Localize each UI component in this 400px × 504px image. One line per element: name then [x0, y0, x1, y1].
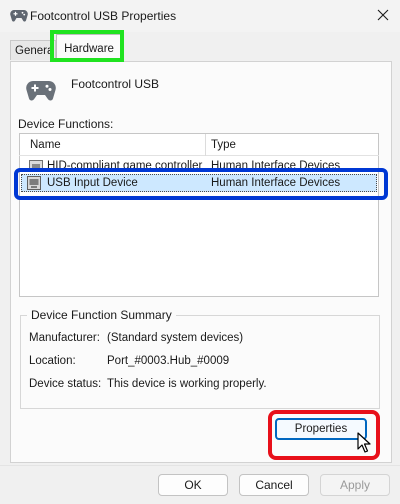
list-item-type: Human Interface Devices: [211, 177, 341, 189]
location-label: Location:: [29, 355, 76, 367]
mouse-cursor-icon: [357, 432, 371, 453]
window-title: Footcontrol USB Properties: [30, 9, 177, 23]
list-item-name: USB Input Device: [47, 177, 138, 189]
list-item-type: Human Interface Devices: [211, 160, 341, 168]
column-header-name[interactable]: Name: [30, 139, 61, 151]
ok-button[interactable]: OK: [158, 474, 228, 496]
gamepad-icon: [26, 81, 56, 101]
cancel-button[interactable]: Cancel: [239, 474, 309, 496]
column-separator[interactable]: [205, 134, 206, 156]
list-item-name: HID-compliant game controller: [47, 160, 203, 168]
summary-title: Device Function Summary: [27, 308, 176, 322]
properties-button[interactable]: Properties: [275, 418, 367, 440]
hid-device-icon: [27, 176, 41, 190]
device-status-value: This device is working properly.: [107, 378, 267, 390]
column-header-type[interactable]: Type: [211, 139, 236, 151]
device-status-label: Device status:: [29, 378, 102, 390]
hid-device-icon: [29, 160, 43, 168]
close-icon: [377, 9, 389, 21]
device-functions-label: Device Functions:: [18, 117, 114, 131]
list-item[interactable]: HID-compliant game controller Human Inte…: [20, 156, 378, 168]
manufacturer-label: Manufacturer:: [29, 332, 100, 344]
apply-button[interactable]: Apply: [320, 474, 390, 496]
list-header: [19, 134, 379, 156]
device-name: Footcontrol USB: [71, 77, 160, 91]
close-button[interactable]: [370, 3, 396, 27]
location-value: Port_#0003.Hub_#0009: [107, 355, 230, 367]
gamepad-icon: [10, 10, 28, 22]
tab-hardware[interactable]: Hardware: [56, 34, 122, 62]
tab-general[interactable]: Genera: [10, 40, 56, 60]
manufacturer-value: (Standard system devices): [107, 332, 244, 344]
